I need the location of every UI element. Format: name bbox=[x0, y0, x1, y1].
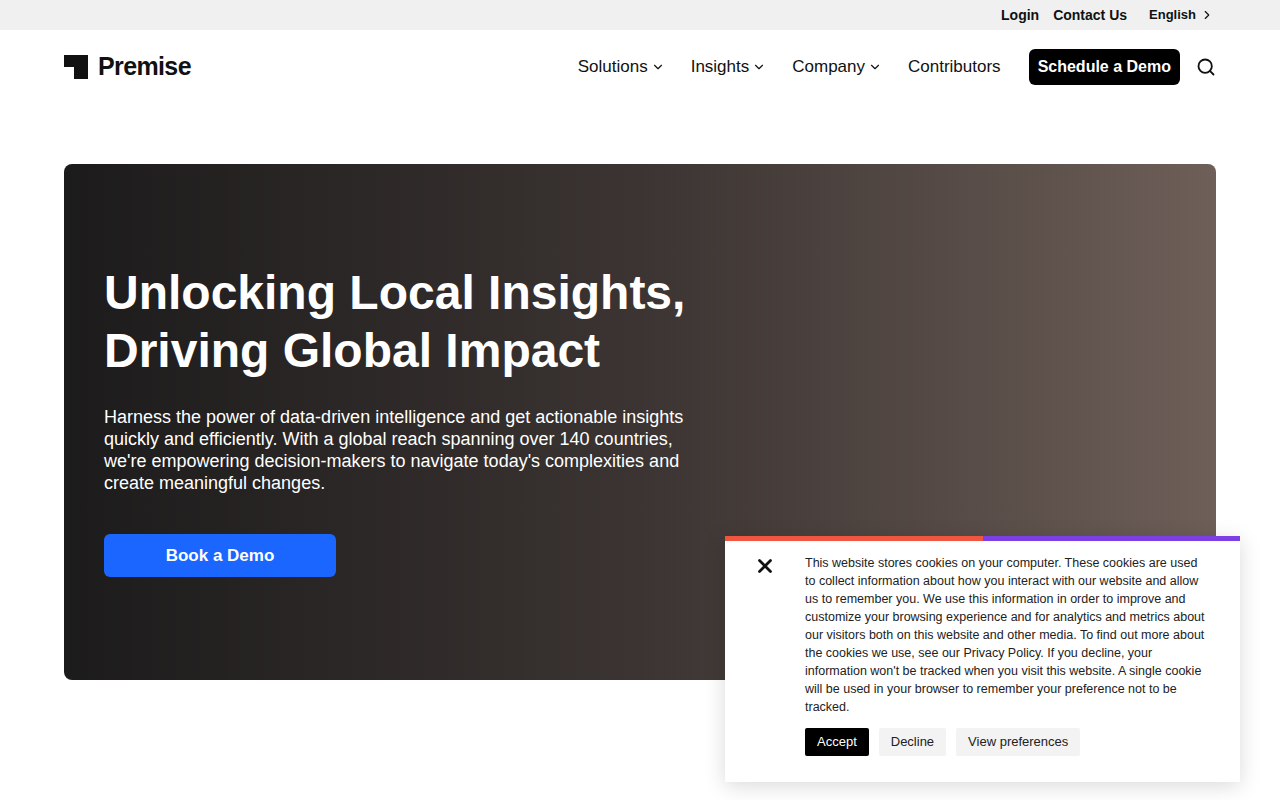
close-icon[interactable] bbox=[754, 555, 776, 577]
nav-item[interactable]: Contributors bbox=[908, 54, 1001, 80]
book-demo-button[interactable]: Book a Demo bbox=[104, 534, 336, 577]
nav-item[interactable]: Company bbox=[792, 54, 882, 80]
hero-body: Harness the power of data-driven intelli… bbox=[104, 406, 684, 494]
logo-icon bbox=[64, 55, 88, 79]
chevron-down-icon bbox=[752, 60, 766, 74]
nav-bar: Premise Solutions Insights Company Contribut… bbox=[0, 30, 1280, 104]
cookie-button[interactable]: Accept bbox=[805, 728, 869, 756]
chevron-down-icon bbox=[651, 60, 665, 74]
top-link[interactable]: Contact Us bbox=[1053, 5, 1127, 26]
cookie-button[interactable]: Decline bbox=[879, 728, 946, 756]
hero-title: Unlocking Local Insights,Driving Global … bbox=[104, 264, 1216, 380]
logo[interactable]: Premise bbox=[64, 48, 191, 86]
chevron-right-icon bbox=[1200, 8, 1214, 22]
cookie-text: This website stores cookies on your comp… bbox=[805, 554, 1210, 716]
schedule-demo-button[interactable]: Schedule a Demo bbox=[1029, 49, 1180, 85]
nav-item[interactable]: Insights bbox=[691, 54, 767, 80]
language-select[interactable]: English bbox=[1149, 5, 1214, 25]
top-bar: Login Contact Us English bbox=[0, 0, 1280, 30]
top-link[interactable]: Login bbox=[1001, 5, 1039, 26]
search-icon[interactable] bbox=[1196, 57, 1216, 77]
chevron-down-icon bbox=[868, 60, 882, 74]
cookie-banner: This website stores cookies on your comp… bbox=[725, 536, 1240, 782]
nav-item[interactable]: Solutions bbox=[578, 54, 665, 80]
nav-right: Solutions Insights Company Contributors Sche… bbox=[578, 49, 1216, 85]
page: Login Contact Us English Premise Solutions In… bbox=[0, 0, 1280, 800]
cookie-button[interactable]: View preferences bbox=[956, 728, 1080, 756]
